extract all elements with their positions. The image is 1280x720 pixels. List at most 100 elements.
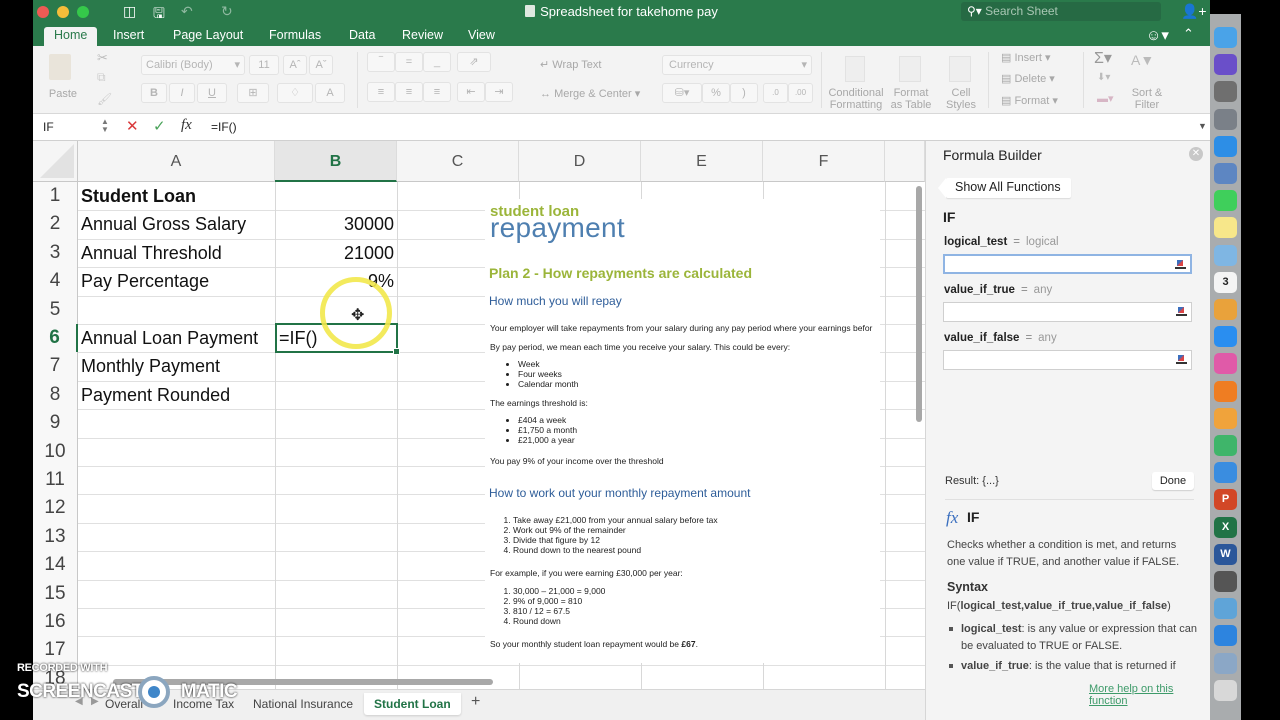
row-header-15[interactable]: 15: [33, 579, 78, 608]
dock-trash-icon[interactable]: [1214, 679, 1237, 701]
search-sheet-input[interactable]: ⚲▾ Search Sheet: [961, 2, 1161, 21]
dock-notes-icon[interactable]: [1214, 217, 1237, 239]
format-painter-icon[interactable]: 🖌: [97, 92, 112, 106]
sheet-tab-national-insurance[interactable]: National Insurance: [243, 693, 363, 715]
percent-style-button[interactable]: %: [702, 83, 730, 103]
more-help-link[interactable]: More help on this function: [1089, 683, 1210, 707]
row-header-10[interactable]: 10: [33, 437, 78, 466]
merge-center-button[interactable]: ↔ Merge & Center ▾: [540, 88, 640, 100]
wrap-text-button[interactable]: ↵ Wrap Text: [540, 59, 601, 71]
format-as-table-button[interactable]: Format as Table: [889, 87, 933, 111]
feedback-smiley-icon[interactable]: ☺▾: [1146, 26, 1169, 44]
range-select-icon[interactable]: [1176, 306, 1187, 316]
enter-formula-icon[interactable]: ✓: [153, 117, 166, 135]
row-header-5[interactable]: 5: [33, 295, 78, 324]
dock-excel-icon[interactable]: X: [1214, 516, 1237, 538]
name-box-stepper[interactable]: ▲ ▼: [101, 118, 109, 134]
format-cells-button[interactable]: ▤ Format ▾: [1001, 95, 1058, 107]
column-header-a[interactable]: A: [78, 141, 275, 182]
cell-styles-icon[interactable]: [949, 56, 971, 82]
dock-bluetooth-icon[interactable]: [1214, 625, 1237, 647]
tab-insert[interactable]: Insert: [103, 27, 154, 46]
increase-font-button[interactable]: Aˆ: [283, 55, 307, 75]
dock-launchpad-icon[interactable]: [1214, 108, 1237, 130]
column-header-e[interactable]: E: [641, 141, 763, 182]
expand-formula-bar-icon[interactable]: ▼: [1198, 121, 1207, 131]
done-button[interactable]: Done: [1152, 472, 1194, 490]
increase-indent-button[interactable]: ⇥: [485, 82, 513, 102]
dock-safari-icon[interactable]: [1214, 135, 1237, 157]
cell-b6[interactable]: =IF(): [279, 324, 318, 352]
cut-icon[interactable]: ✂: [97, 50, 108, 66]
dock-screenshot-icon[interactable]: [1214, 571, 1237, 592]
select-all-corner[interactable]: [33, 141, 78, 182]
row-header-9[interactable]: 9: [33, 409, 78, 438]
dock-screencast-o-matic-icon[interactable]: [1214, 598, 1237, 620]
insert-function-icon[interactable]: fx: [181, 117, 192, 134]
vertical-scrollbar[interactable]: [916, 186, 922, 422]
cell-a7[interactable]: Monthly Payment: [81, 352, 220, 380]
dock-system-preferences-icon[interactable]: [1214, 81, 1237, 103]
close-panel-icon[interactable]: ✕: [1189, 147, 1203, 161]
dock-calendar-icon[interactable]: 3: [1214, 271, 1237, 293]
row-header-2[interactable]: 2: [33, 210, 78, 239]
value-if-false-input[interactable]: [943, 350, 1192, 370]
delete-cells-button[interactable]: ▤ Delete ▾: [1001, 73, 1055, 85]
dock-app-store-icon[interactable]: [1214, 326, 1237, 348]
column-header-b[interactable]: B: [275, 141, 397, 182]
row-header-13[interactable]: 13: [33, 522, 78, 552]
cell-a1[interactable]: Student Loan: [81, 182, 196, 210]
dock-numbers-icon[interactable]: [1214, 435, 1237, 456]
row-header-16[interactable]: 16: [33, 608, 78, 637]
font-size-select[interactable]: 11: [249, 55, 279, 75]
formula-input[interactable]: =IF(): [211, 120, 237, 134]
row-header-3[interactable]: 3: [33, 238, 78, 268]
cell-a8[interactable]: Payment Rounded: [81, 381, 230, 409]
row-header-8[interactable]: 8: [33, 380, 78, 410]
borders-button[interactable]: ⊞: [237, 83, 269, 103]
tab-home[interactable]: Home: [44, 27, 98, 46]
decrease-font-button[interactable]: Aˇ: [309, 55, 333, 75]
cell-b2[interactable]: 30000: [275, 210, 394, 238]
tab-view[interactable]: View: [458, 27, 505, 46]
dock-maps-icon[interactable]: [1214, 244, 1237, 266]
row-header-12[interactable]: 12: [33, 494, 78, 523]
collapse-ribbon-icon[interactable]: ⌃: [1183, 26, 1194, 42]
number-format-select[interactable]: Currency ▾: [662, 55, 812, 75]
cell-a2[interactable]: Annual Gross Salary: [81, 210, 246, 238]
dock-photos-icon[interactable]: [1214, 299, 1237, 320]
font-color-button[interactable]: A: [315, 83, 345, 103]
range-select-icon[interactable]: [1175, 259, 1186, 269]
format-as-table-icon[interactable]: [899, 56, 921, 82]
underline-button[interactable]: U: [197, 83, 227, 103]
sort-filter-button[interactable]: Sort & Filter: [1125, 87, 1169, 111]
range-select-icon[interactable]: [1176, 354, 1187, 364]
row-header-6[interactable]: 6: [33, 324, 78, 353]
accounting-format-button[interactable]: ⛁▾: [662, 83, 702, 103]
tab-data[interactable]: Data: [339, 27, 385, 46]
bold-button[interactable]: B: [141, 83, 167, 103]
copy-icon[interactable]: ⧉: [97, 70, 106, 85]
paste-icon[interactable]: [49, 54, 71, 80]
row-header-1[interactable]: 1: [33, 182, 78, 211]
tab-review[interactable]: Review: [392, 27, 453, 46]
orientation-button[interactable]: ⇗: [457, 52, 491, 72]
cancel-formula-icon[interactable]: ✕: [126, 117, 139, 135]
value-if-true-input[interactable]: [943, 302, 1192, 322]
column-header-g[interactable]: [885, 141, 925, 182]
autosum-button[interactable]: Σ▾: [1094, 48, 1112, 68]
align-left-button[interactable]: ≡: [367, 82, 395, 102]
increase-decimal-button[interactable]: .0: [763, 83, 788, 103]
font-name-select[interactable]: Calibri (Body) ▾: [141, 55, 245, 75]
logical-test-input[interactable]: [943, 254, 1192, 274]
dock-pages-icon[interactable]: [1214, 407, 1237, 429]
fill-color-button[interactable]: ♢: [277, 83, 313, 103]
conditional-formatting-button[interactable]: Conditional Formatting: [828, 87, 884, 111]
name-box[interactable]: IF: [43, 120, 54, 134]
row-header-17[interactable]: 17: [33, 636, 78, 665]
align-bottom-button[interactable]: _: [423, 52, 451, 72]
student-loan-info-image[interactable]: student loan repayment Plan 2 - How repa…: [485, 199, 880, 663]
italic-button[interactable]: I: [169, 83, 195, 103]
share-add-person-icon[interactable]: 👤+: [1181, 3, 1207, 20]
spreadsheet-grid[interactable]: A B C D E F 1 2 3 4 5 6 7 8 9 10 11 12 13 14 15 16 17 18 …: [33, 141, 925, 689]
